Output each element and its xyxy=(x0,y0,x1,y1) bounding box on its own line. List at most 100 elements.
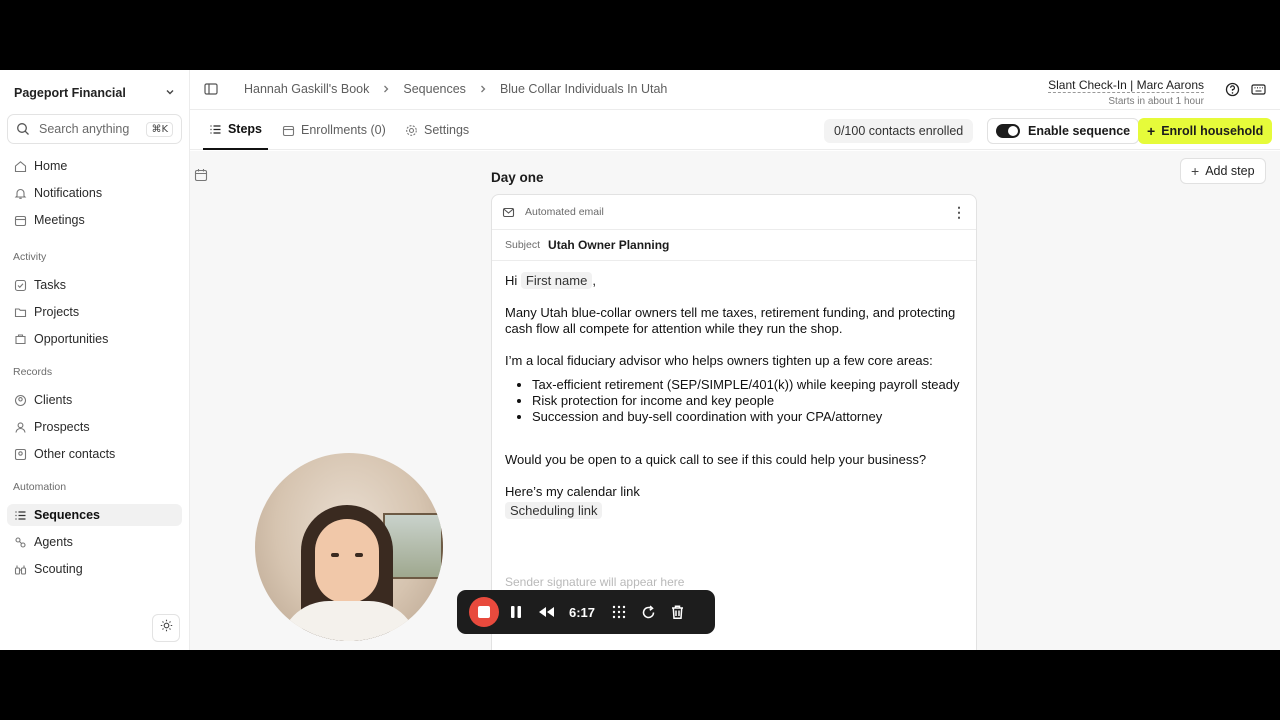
tab-enrollments[interactable]: Enrollments (0) xyxy=(282,110,386,150)
breadcrumb: Hannah Gaskill's Book Sequences Blue Col… xyxy=(244,82,667,96)
clients-icon xyxy=(13,393,27,407)
rewind-button[interactable] xyxy=(537,605,555,619)
main-nav: Home Notifications Meetings xyxy=(7,155,182,236)
sidebar-item-prospects[interactable]: Prospects xyxy=(7,416,182,438)
checkbox-icon xyxy=(13,278,27,292)
calendar-icon xyxy=(282,124,295,137)
sidebar-item-tasks[interactable]: Tasks xyxy=(7,274,182,296)
email-step-card[interactable]: Automated email ⋮ Subject Utah Owner Pla… xyxy=(491,194,977,650)
sidebar-item-projects[interactable]: Projects xyxy=(7,301,182,323)
sidebar-item-label: Sequences xyxy=(34,508,101,522)
tab-label: Enrollments (0) xyxy=(301,123,386,137)
bullet-list: Tax-efficient retirement (SEP/SIMPLE/401… xyxy=(532,377,963,425)
sidebar-item-label: Meetings xyxy=(34,213,85,227)
bullet-item: Succession and buy-sell coordination wit… xyxy=(532,409,963,425)
greeting-comma: , xyxy=(592,273,596,288)
sidebar-item-label: Prospects xyxy=(34,420,90,434)
tab-steps[interactable]: Steps xyxy=(203,110,268,150)
subject-row[interactable]: Subject Utah Owner Planning xyxy=(492,230,976,261)
enrollment-count-badge: 0/100 contacts enrolled xyxy=(824,119,974,143)
enable-sequence-toggle[interactable]: Enable sequence xyxy=(987,118,1140,144)
calendar-icon[interactable] xyxy=(194,168,208,187)
search-placeholder: Search anything xyxy=(39,122,130,136)
recording-timer: 6:17 xyxy=(569,604,596,620)
sidebar-item-label: Opportunities xyxy=(34,332,109,346)
plus-icon: + xyxy=(1147,123,1156,139)
toggle-switch[interactable] xyxy=(996,124,1020,138)
sidebar-item-clients[interactable]: Clients xyxy=(7,389,182,411)
keyboard-icon[interactable] xyxy=(1251,82,1266,102)
greeting-text: Hi xyxy=(505,273,518,288)
sidebar-item-scouting[interactable]: Scouting xyxy=(7,558,182,580)
body-paragraph-2: I’m a local fiduciary advisor who helps … xyxy=(505,353,933,368)
pause-button[interactable] xyxy=(509,604,523,620)
section-label-activity: Activity xyxy=(13,251,47,263)
sidebar-item-opportunities[interactable]: Opportunities xyxy=(7,328,182,350)
stop-recording-button[interactable] xyxy=(469,597,499,627)
recording-controls: 6:17 xyxy=(457,590,715,634)
list-icon xyxy=(13,508,27,522)
trash-icon[interactable] xyxy=(670,604,685,620)
tab-settings[interactable]: Settings xyxy=(405,110,469,150)
sidebar-item-label: Clients xyxy=(34,393,73,407)
breadcrumb-sequences[interactable]: Sequences xyxy=(403,82,466,96)
calendar-line: Here’s my calendar link xyxy=(505,484,640,499)
search-icon xyxy=(16,122,30,136)
tab-label: Steps xyxy=(227,122,263,136)
binoculars-icon xyxy=(13,562,27,576)
step-type-label: Automated email xyxy=(525,206,604,218)
sidebar-item-agents[interactable]: Agents xyxy=(7,531,182,553)
bullet-item: Risk protection for income and key peopl… xyxy=(532,393,963,409)
sidebar-item-label: Agents xyxy=(34,535,73,549)
sidebar-item-other-contacts[interactable]: Other contacts xyxy=(7,443,182,465)
presenter-face xyxy=(315,519,379,603)
presenter-shirt xyxy=(279,601,419,641)
enable-sequence-label: Enable sequence xyxy=(1028,124,1131,138)
subject-label: Subject xyxy=(505,239,541,251)
presenter-eye xyxy=(355,553,363,557)
add-step-button[interactable]: + Add step xyxy=(1180,158,1266,184)
day-heading: Day one xyxy=(491,170,544,185)
sidebar-item-label: Other contacts xyxy=(34,447,116,461)
enroll-household-button[interactable]: + Enroll household xyxy=(1138,118,1273,144)
add-step-label: Add step xyxy=(1205,164,1255,178)
more-options-icon[interactable]: ⋮ xyxy=(952,204,966,221)
grid-icon[interactable] xyxy=(611,604,627,620)
sidebar: Pageport Financial Search anything ⌘K Ho… xyxy=(0,70,190,650)
section-label-records: Records xyxy=(13,366,53,378)
upcoming-meeting[interactable]: Slant Check-In | Marc Aarons Starts in a… xyxy=(1048,76,1204,107)
mail-icon xyxy=(502,206,515,219)
sidebar-item-meetings[interactable]: Meetings xyxy=(7,209,182,231)
calendar-icon xyxy=(13,213,27,227)
chevron-down-icon xyxy=(164,86,176,101)
contact-card-icon xyxy=(13,447,27,461)
body-paragraph-1: Many Utah blue-collar owners tell me tax… xyxy=(505,305,956,336)
sun-icon xyxy=(160,619,173,637)
sidebar-item-home[interactable]: Home xyxy=(7,155,182,177)
sidebar-item-label: Tasks xyxy=(34,278,66,292)
folder-icon xyxy=(13,305,27,319)
org-switcher[interactable]: Pageport Financial xyxy=(14,84,176,102)
sidebar-toggle-icon[interactable] xyxy=(204,82,218,101)
search-input[interactable]: Search anything ⌘K xyxy=(7,114,182,144)
tab-label: Settings xyxy=(424,123,470,137)
help-icon[interactable] xyxy=(1225,82,1240,102)
sidebar-item-sequences[interactable]: Sequences xyxy=(7,504,182,526)
org-name: Pageport Financial xyxy=(14,86,126,100)
email-body-editor[interactable]: Hi First name, Many Utah blue-collar own… xyxy=(492,261,976,531)
app-window: Pageport Financial Search anything ⌘K Ho… xyxy=(0,70,1280,650)
sidebar-item-notifications[interactable]: Notifications xyxy=(7,182,182,204)
subject-value: Utah Owner Planning xyxy=(548,238,670,252)
sidebar-item-label: Projects xyxy=(34,305,80,319)
sidebar-item-label: Scouting xyxy=(34,562,83,576)
first-name-token[interactable]: First name xyxy=(520,272,593,289)
breadcrumb-book[interactable]: Hannah Gaskill's Book xyxy=(244,82,369,96)
scheduling-link-token[interactable]: Scheduling link xyxy=(505,502,603,519)
opportunity-icon xyxy=(13,332,27,346)
home-icon xyxy=(13,159,27,173)
theme-toggle-button[interactable] xyxy=(152,614,180,642)
restart-icon[interactable] xyxy=(641,604,656,620)
body-paragraph-3: Would you be open to a quick call to see… xyxy=(505,452,927,467)
sidebar-item-label: Notifications xyxy=(34,186,103,200)
activity-nav: Activity Tasks Projects Opportunities xyxy=(7,251,182,355)
